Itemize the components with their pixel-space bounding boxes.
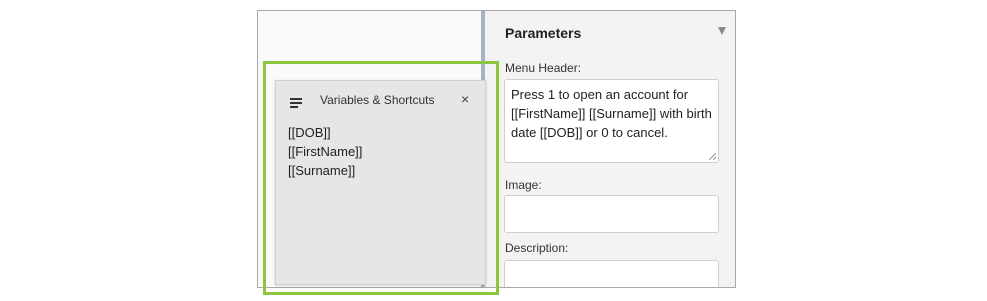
panel-title: Variables & Shortcuts (320, 93, 435, 107)
collapse-icon[interactable] (718, 27, 726, 35)
image-input[interactable] (504, 195, 719, 233)
variable-item[interactable]: [[DOB]] (288, 123, 362, 142)
parameters-pane: Parameters Menu Header: Press 1 to open … (485, 11, 735, 287)
resize-grip-icon[interactable] (709, 153, 716, 160)
variable-item[interactable]: [[FirstName]] (288, 142, 362, 161)
menu-header-label: Menu Header: (505, 61, 582, 75)
description-label: Description: (505, 241, 569, 255)
panel-header: Variables & Shortcuts × (276, 81, 485, 119)
variable-list: [[DOB]] [[FirstName]] [[Surname]] (288, 123, 362, 180)
menu-lines-icon (290, 98, 302, 110)
menu-header-text: Press 1 to open an account for [[FirstNa… (511, 87, 712, 140)
description-input[interactable] (504, 260, 719, 287)
menu-header-textarea[interactable]: Press 1 to open an account for [[FirstNa… (504, 79, 719, 163)
parameters-title: Parameters (505, 25, 582, 41)
close-icon[interactable]: × (461, 91, 469, 107)
image-label: Image: (505, 178, 542, 192)
variables-shortcuts-panel: Variables & Shortcuts × [[DOB]] [[FirstN… (275, 80, 486, 285)
variable-item[interactable]: [[Surname]] (288, 161, 362, 180)
